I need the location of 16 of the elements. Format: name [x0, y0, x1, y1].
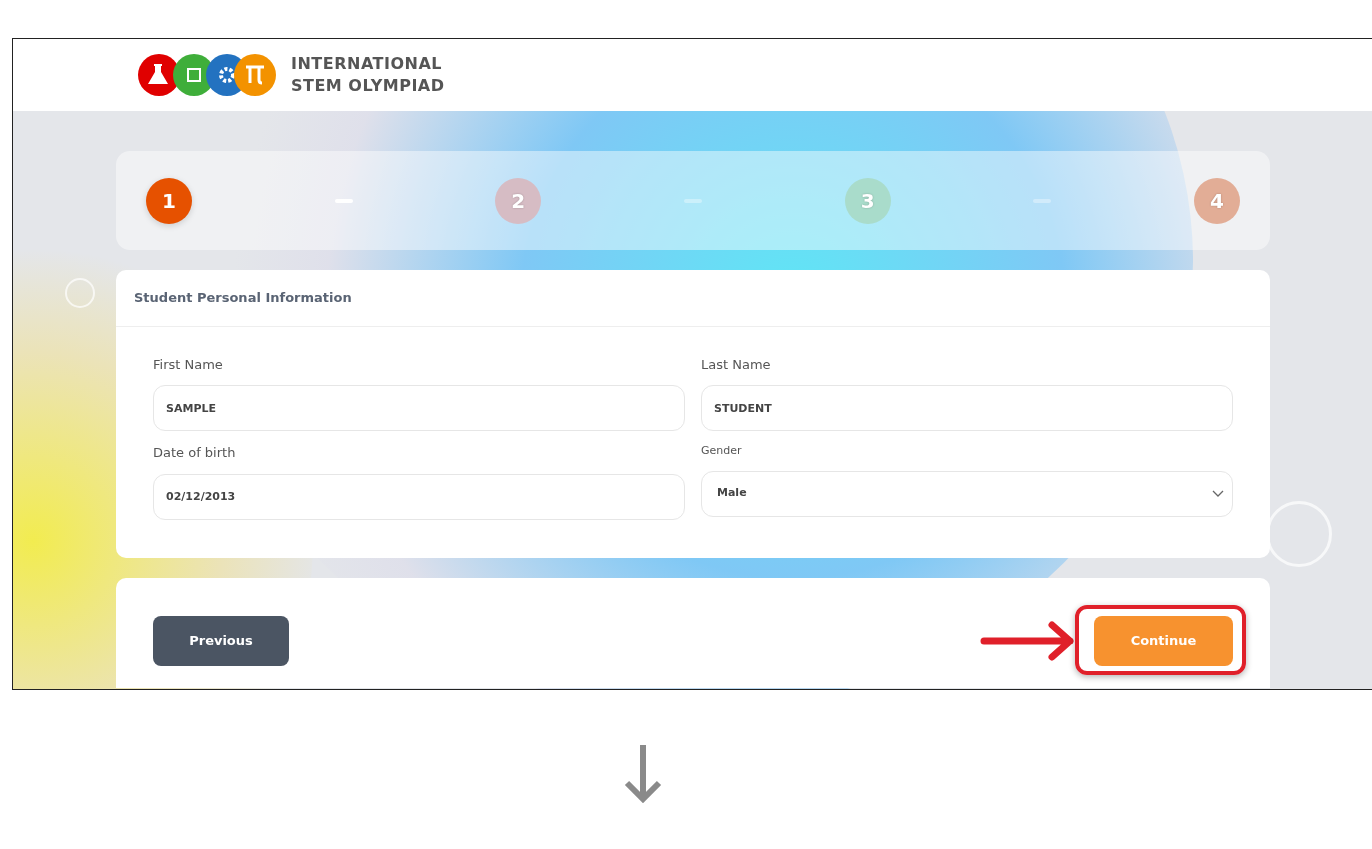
form-title: Student Personal Information	[116, 270, 1270, 327]
down-arrow-icon	[624, 745, 662, 803]
chevron-down-icon	[1212, 489, 1224, 498]
previous-button[interactable]: Previous	[153, 615, 289, 666]
field-label: Date of birth	[153, 444, 237, 462]
input-field[interactable]: SAMPLE	[153, 385, 685, 431]
field-label: Gender	[701, 443, 743, 459]
input-field[interactable]: 02/12/2013	[153, 473, 685, 520]
input-field[interactable]: STUDENT	[701, 385, 1233, 431]
field-label: First Name	[153, 355, 224, 374]
logo-text: STEM OLYMPIAD	[291, 75, 445, 97]
ring-drawing	[65, 278, 95, 308]
field-label: Last Name	[701, 355, 772, 374]
gender-select[interactable]: Male	[701, 470, 1233, 517]
logo-text: INTERNATIONAL	[291, 53, 443, 75]
step-indicator[interactable]: 1	[146, 177, 192, 224]
